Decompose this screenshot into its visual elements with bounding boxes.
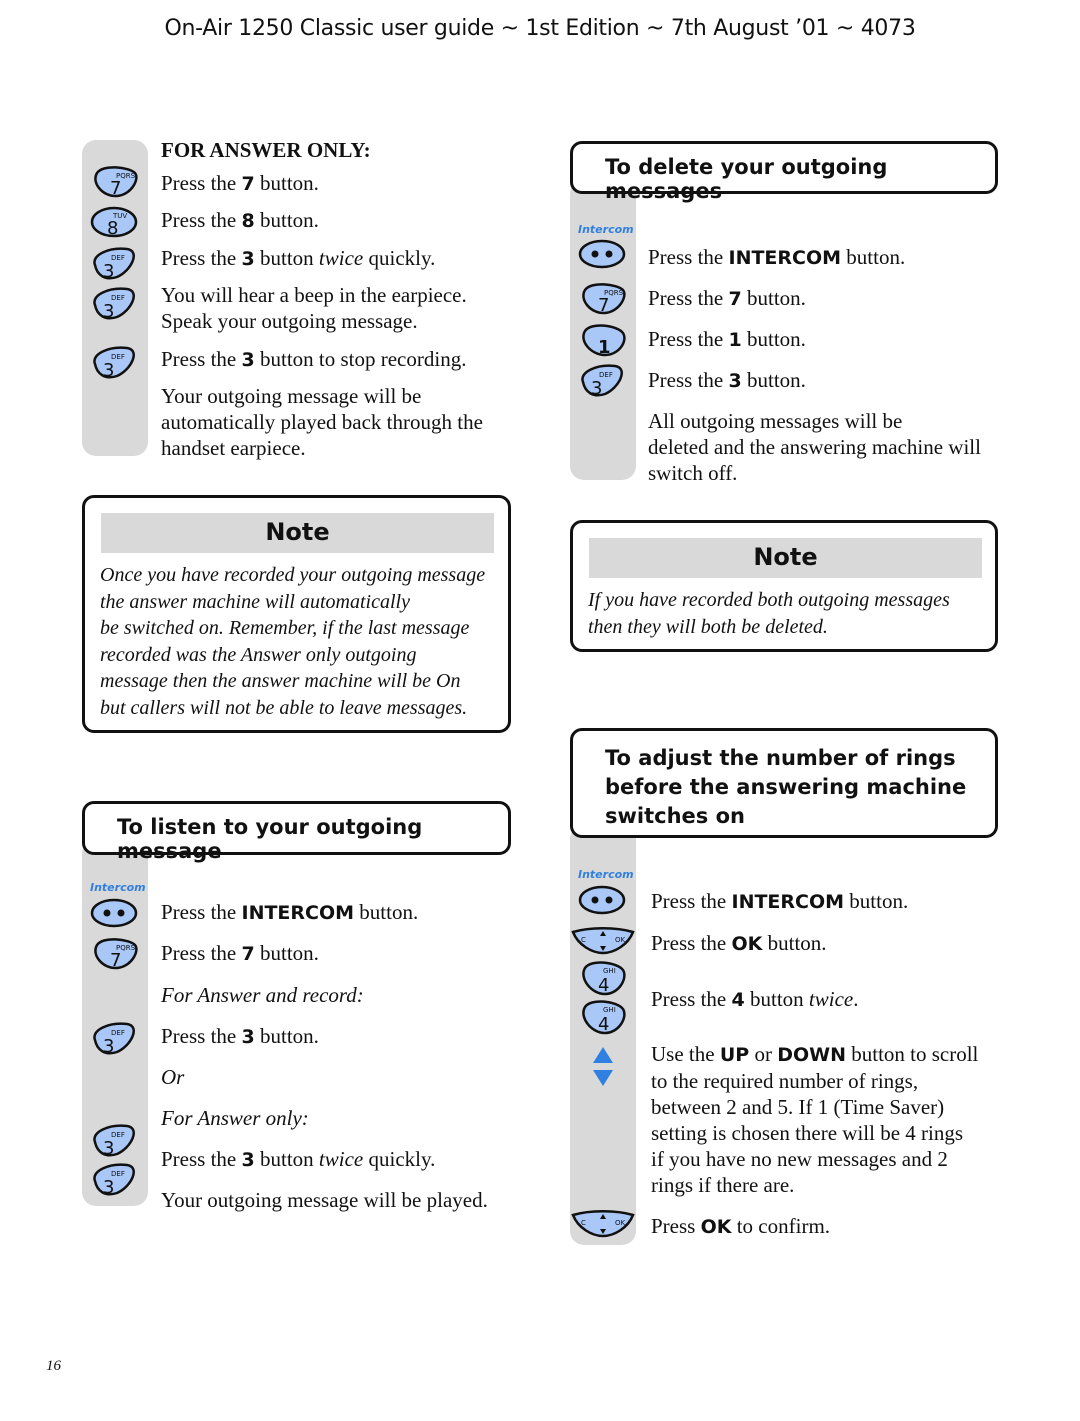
intercom-label: Intercom [578, 868, 634, 881]
key-3-icon: 3 DEF [91, 285, 139, 325]
svg-text:3: 3 [103, 1036, 114, 1056]
svg-text:PQRS: PQRS [116, 944, 136, 952]
svg-text:7: 7 [110, 178, 121, 199]
svg-text:DEF: DEF [111, 254, 125, 262]
svg-text:OK: OK [615, 1219, 626, 1227]
step-text: Press the INTERCOM button. [648, 245, 906, 269]
section-title: To adjust the number of rings before the … [605, 746, 967, 828]
svg-text:TUV: TUV [112, 212, 127, 220]
step-text: You will hear a beep in the earpiece. Spe… [161, 283, 467, 333]
result-text: Your outgoing message will be played. [161, 1188, 488, 1212]
key-3-icon: 3 DEF [91, 1122, 139, 1162]
section-callout: To listen to your outgoing message [82, 801, 511, 863]
step-text: Press the 3 button. [161, 1024, 319, 1048]
svg-text:GHI: GHI [603, 967, 616, 975]
intercom-button-icon [577, 238, 627, 274]
step-text: Press OK to confirm. [651, 1214, 831, 1238]
svg-text:GHI: GHI [603, 1006, 616, 1014]
page-number: 16 [46, 1358, 61, 1374]
key-7-icon: 7 PQRS [579, 282, 627, 320]
svg-text:OK: OK [615, 936, 626, 944]
svg-text:1: 1 [598, 337, 611, 357]
svg-text:PQRS: PQRS [116, 172, 136, 180]
key-1-icon: 1 [579, 323, 627, 361]
step-text: Press the 3 button twice quickly. [161, 246, 436, 270]
step-text: Press the 7 button. [161, 171, 319, 195]
result-text: All outgoing messages will be deleted and… [648, 409, 981, 485]
nav-ok-button-icon: C OK [570, 1210, 636, 1242]
intercom-label: Intercom [90, 881, 146, 894]
note-body: Once you have recorded your outgoing mes… [100, 564, 486, 719]
note-body: If you have recorded both outgoing messa… [588, 589, 950, 638]
step-text: Press the 8 button. [161, 208, 319, 232]
key-4-icon: 4 GHI [579, 960, 627, 1000]
scroll-instructions: Use the UP or DOWN button to scroll to t… [651, 1042, 979, 1197]
key-3-icon: 3 DEF [91, 1020, 139, 1060]
section-title: To delete your outgoing messages [605, 155, 888, 203]
note-box: Note If you have recorded both outgoing … [570, 520, 998, 652]
svg-text:4: 4 [598, 1014, 609, 1035]
document-header: On-Air 1250 Classic user guide ~ 1st Edi… [164, 16, 916, 41]
step-text: Press the 7 button. [648, 286, 806, 310]
step-text: Press the INTERCOM button. [651, 889, 909, 913]
down-arrow-icon [592, 1069, 614, 1091]
option-label: For Answer and record: [161, 983, 364, 1007]
step-text: Press the 3 button to stop recording. [161, 347, 467, 371]
intercom-label: Intercom [578, 223, 634, 236]
note-title: Note [589, 538, 982, 578]
key-7-icon: 7 PQRS [91, 165, 139, 203]
key-3-icon: 3 DEF [91, 1161, 139, 1201]
step-text: Press the 7 button. [161, 941, 319, 965]
svg-text:3: 3 [103, 301, 114, 321]
nav-ok-button-icon: C OK [570, 927, 636, 959]
svg-text:DEF: DEF [599, 371, 613, 379]
key-7-icon: 7 PQRS [91, 937, 139, 975]
key-4-icon: 4 GHI [579, 999, 627, 1039]
svg-text:7: 7 [110, 950, 121, 971]
key-3-icon: 3 DEF [91, 245, 139, 285]
note-box: Note Once you have recorded your outgoin… [82, 495, 511, 733]
svg-text:3: 3 [103, 360, 114, 380]
key-8-icon: 8 TUV [89, 205, 139, 243]
svg-text:7: 7 [598, 295, 609, 316]
step-text: Press the OK button. [651, 931, 827, 955]
option-label: For Answer only: [161, 1106, 309, 1130]
intercom-button-icon [577, 884, 627, 920]
svg-text:DEF: DEF [111, 353, 125, 361]
step-text: Press the 1 button. [648, 327, 806, 351]
section-callout: To adjust the number of rings before the … [570, 728, 998, 838]
svg-text:PQRS: PQRS [604, 289, 624, 297]
key-3-icon: 3 DEF [91, 344, 139, 384]
step-text: Press the INTERCOM button. [161, 900, 419, 924]
svg-text:3: 3 [103, 261, 114, 281]
svg-text:8: 8 [107, 218, 118, 239]
step-text: Press the 3 button twice quickly. [161, 1147, 436, 1171]
svg-text:3: 3 [103, 1138, 114, 1158]
svg-text:C: C [581, 936, 586, 944]
section-title: To listen to your outgoing message [117, 815, 423, 863]
up-arrow-icon [592, 1046, 614, 1068]
note-title: Note [101, 513, 494, 553]
step-text: Press the 3 button. [648, 368, 806, 392]
svg-text:3: 3 [103, 1177, 114, 1197]
svg-text:3: 3 [591, 378, 602, 398]
intercom-button-icon [89, 897, 139, 933]
key-3-icon: 3 DEF [579, 362, 627, 402]
svg-text:DEF: DEF [111, 294, 125, 302]
step-text: Press the 4 button twice. [651, 987, 859, 1011]
svg-text:DEF: DEF [111, 1170, 125, 1178]
svg-text:C: C [581, 1219, 586, 1227]
section-callout: To delete your outgoing messages [570, 141, 998, 203]
option-label: Or [161, 1065, 185, 1089]
section-heading: FOR ANSWER ONLY: [161, 138, 371, 162]
result-text: Your outgoing message will be automatical… [161, 384, 483, 460]
svg-text:DEF: DEF [111, 1131, 125, 1139]
svg-text:DEF: DEF [111, 1029, 125, 1037]
svg-text:4: 4 [598, 975, 609, 996]
